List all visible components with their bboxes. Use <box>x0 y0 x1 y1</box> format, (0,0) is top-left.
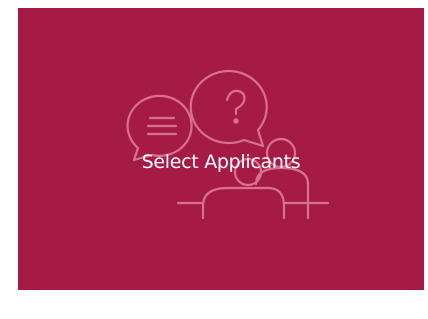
tile-label: Select Applicants <box>141 151 301 173</box>
question-mark-dot <box>233 118 239 124</box>
select-applicants-tile[interactable]: Select Applicants <box>18 8 424 290</box>
tile-background <box>18 8 424 290</box>
applicants-discussion-icon <box>18 8 424 290</box>
